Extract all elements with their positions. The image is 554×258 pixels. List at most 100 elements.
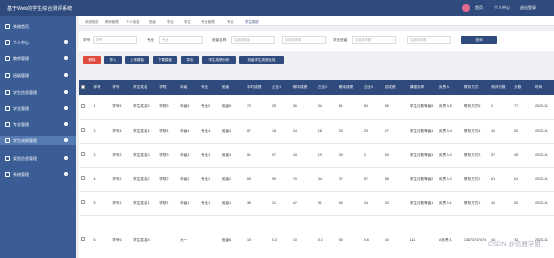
column-header: 测评分数: [491, 85, 506, 89]
year-label: 学业班级: [333, 38, 348, 42]
sidebar-item-system[interactable]: 系统管理 ›: [0, 170, 76, 179]
table-cell: 52: [512, 119, 533, 144]
download-template-button[interactable]: 下载模板: [153, 56, 177, 64]
year2-select[interactable]: 请选择学期: [407, 36, 451, 44]
checkbox[interactable]: [81, 85, 85, 89]
row-select[interactable]: [79, 95, 92, 120]
table-cell: 学院5: [157, 95, 179, 120]
score-analysis-button[interactable]: 学生成绩分析: [202, 56, 236, 64]
sidebar-item-label: 学生信息管理: [13, 90, 37, 95]
menu-logout[interactable]: 退出登录: [520, 5, 536, 11]
table-cell: 专业5: [199, 95, 220, 120]
table-cell: 年级1: [178, 191, 200, 216]
table-cell: 学号6: [110, 215, 132, 258]
delete-button[interactable]: 删除: [83, 56, 101, 64]
sidebar-item-majors[interactable]: 专业管理 ›: [0, 120, 76, 129]
row-select[interactable]: [79, 143, 92, 168]
table-cell: 52: [512, 191, 533, 216]
row-select[interactable]: [79, 215, 92, 258]
table-row[interactable]: 3 学号3 学生姓名3 学院3 年级3 专业3 班级3 51 97 43 19 39 2 54 学生分数等级…: [79, 143, 554, 168]
table-cell: 学生分数等级3: [407, 143, 437, 168]
checkbox[interactable]: [81, 176, 85, 180]
table-cell: 50: [336, 215, 362, 258]
class-select[interactable]: 请选择班级: [231, 36, 275, 44]
table-cell: 34: [315, 167, 337, 192]
app-title: 基于Web的学生综合测评系统: [7, 6, 73, 12]
crumb[interactable]: 专业管理: [201, 19, 215, 24]
table-cell: 学院1: [157, 191, 179, 216]
search-button[interactable]: 查询: [461, 36, 497, 44]
table-row[interactable]: 1 学号5 学生姓名5 学院5 年级5 专业5 班级5 72 25 30 54 81 63 56 学生分数等…: [79, 95, 554, 120]
checkbox[interactable]: [81, 103, 85, 108]
table-cell: 班级3: [219, 143, 245, 168]
chevron-icon: ›: [64, 73, 68, 77]
sidebar-item-students[interactable]: 学生信息管理 ›: [0, 88, 76, 97]
sidebar-item-scores[interactable]: 学生成绩管理 ›: [0, 136, 76, 145]
table-cell: 班级1: [219, 191, 245, 216]
row-select[interactable]: [79, 167, 92, 192]
column-header: 学院: [159, 85, 167, 89]
crumb-current[interactable]: 学生成绩: [245, 19, 259, 24]
table-cell: 10: [244, 215, 270, 258]
crumb[interactable]: 教师管理: [105, 19, 119, 24]
checkbox[interactable]: [81, 237, 85, 241]
class-compare-button[interactable]: 班级学生成绩比较: [239, 56, 284, 64]
column-header: 时间: [534, 85, 543, 89]
row-select[interactable]: [79, 191, 92, 216]
menu-home[interactable]: 首页: [475, 5, 483, 11]
table-cell: 36: [244, 191, 270, 216]
checkbox[interactable]: [81, 128, 85, 132]
sidebar-item-academics[interactable]: 学业管理 ›: [0, 104, 76, 113]
student-no-label: 学号: [83, 38, 91, 42]
sidebar-item-classes[interactable]: 班级管理 ›: [0, 71, 76, 80]
column-header: 期末成绩: [338, 85, 354, 89]
crumb[interactable]: 学业: [167, 19, 174, 24]
checkbox[interactable]: [81, 200, 85, 204]
sidebar-item-profile[interactable]: 个人中心 ›: [0, 38, 76, 47]
sidebar-item-label: 系统管理: [13, 172, 29, 177]
checkbox[interactable]: [81, 152, 85, 156]
table-cell: 33: [382, 191, 408, 216]
table-row[interactable]: 2 学号4 学生姓名4 学院4 年级4 专业4 班级4 87 16 24 18 33 23 27 学生分数等…: [79, 119, 554, 144]
table-cell: 111: [407, 215, 437, 258]
crumb[interactable]: 专业: [227, 19, 234, 24]
year-select[interactable]: 请选择学期: [352, 36, 396, 44]
sidebar-item-home[interactable]: 系统首页: [0, 22, 76, 31]
import-button[interactable]: 导入: [104, 56, 122, 64]
avatar[interactable]: [462, 4, 470, 12]
table-cell: 51: [244, 143, 270, 168]
table-cell: 97: [269, 143, 291, 168]
table-cell: 学生分数等级5: [407, 95, 437, 120]
table-row[interactable]: 4 学号2 学生姓名2 学院2 年级2 专业2 班级2 69 99 70 34 37 57 58 学生分数等…: [79, 167, 554, 192]
table-cell: 33: [336, 119, 362, 144]
table-row[interactable]: 6 学号6 学生姓名6 大一 班级6 10 0.3 10 0.1 50 0.6 34 111 A负责人 13…: [79, 215, 554, 258]
table-cell: 负责人2: [436, 167, 463, 192]
crumb[interactable]: 班级: [149, 19, 156, 24]
table-cell: 72: [244, 95, 270, 120]
student-no-input[interactable]: 学号: [93, 36, 137, 44]
term-select[interactable]: 请选择学期: [282, 36, 326, 44]
sidebar-item-rewards[interactable]: 奖惩信息管理 ›: [0, 154, 76, 163]
row-select[interactable]: [79, 119, 92, 144]
upload-template-button[interactable]: 上传模板: [125, 56, 149, 64]
crumb[interactable]: 学生: [184, 19, 191, 24]
crumb[interactable]: 个人信息: [126, 19, 140, 24]
table-cell: 学生分数等级2: [407, 167, 437, 192]
menu-profile[interactable]: 个人中心: [494, 5, 510, 11]
chevron-icon: ›: [64, 106, 68, 110]
sidebar-item-teachers[interactable]: 教师管理 ›: [0, 54, 76, 63]
table-cell: 班级2: [219, 167, 245, 192]
table-cell: 专业4: [199, 119, 220, 144]
table-cell: 专业1: [199, 191, 220, 216]
table-cell: 24: [361, 191, 383, 216]
table-cell: 学院4: [157, 119, 179, 144]
export-button[interactable]: 导出: [181, 56, 199, 64]
table-cell: 专业3: [199, 143, 220, 168]
table-row[interactable]: 5 学号1 学生姓名1 学院1 年级1 专业1 班级1 36 31 47 51 63 24 33 学生分数等…: [79, 191, 554, 216]
major-input[interactable]: 专业: [159, 36, 203, 44]
table-cell: 2023-11: [532, 143, 554, 168]
table-cell: [157, 215, 179, 258]
select-all[interactable]: [79, 80, 92, 95]
crumb[interactable]: 系统首页: [85, 19, 99, 24]
scores-table: 序号 学号 学生姓名 学院 年级 专业 班级 平时成绩 占比1 期中成绩 占比2…: [79, 80, 554, 258]
